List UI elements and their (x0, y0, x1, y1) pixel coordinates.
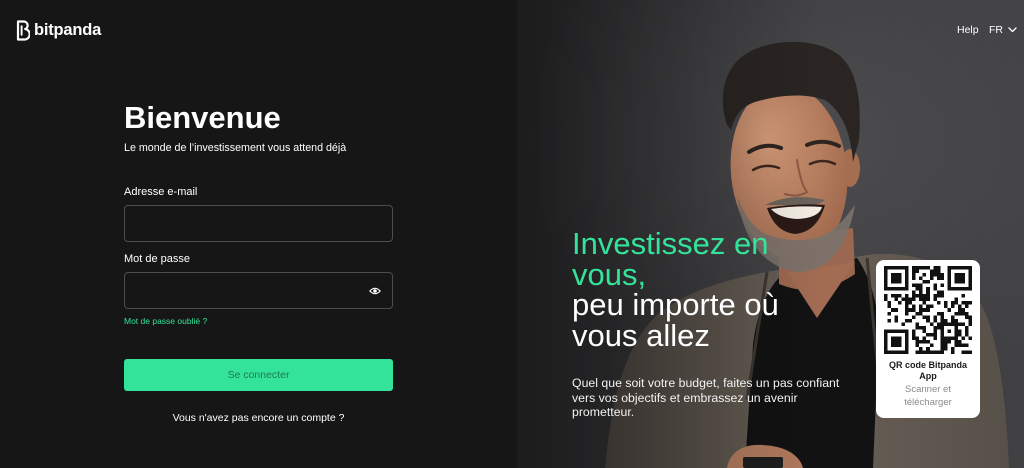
hero-description: Quel que soit votre budget, faites un pa… (572, 376, 840, 419)
hero-panel: Help FR Investissez en vous, peu importe… (517, 0, 1024, 468)
password-input[interactable] (124, 272, 393, 309)
help-link[interactable]: Help (957, 23, 979, 37)
language-label: FR (989, 24, 1003, 36)
qr-code (884, 266, 972, 354)
hero-headline-line: vous, (572, 256, 647, 292)
qr-code-card: QR code Bitpanda App Scanner et téléchar… (876, 260, 980, 418)
bitpanda-logo[interactable]: bitpanda (16, 19, 101, 41)
chevron-down-icon (1008, 27, 1017, 33)
welcome-subtitle: Le monde de l’investissement vous attend… (124, 142, 347, 154)
password-label: Mot de passe (124, 253, 191, 265)
brand-name: bitpanda (34, 21, 102, 39)
forgot-password-link[interactable]: Mot de passe oublié ? (124, 316, 207, 327)
login-panel: bitpanda Bienvenue Le monde de l’investi… (0, 0, 517, 468)
language-selector[interactable]: FR (989, 23, 1017, 37)
hero-headline-line: peu importe où (572, 287, 779, 322)
hero-headline-line: vous allez (572, 317, 710, 353)
bitpanda-logo-icon (16, 19, 30, 41)
signup-link[interactable]: Vous n'avez pas encore un compte ? (124, 411, 393, 425)
email-input[interactable] (124, 205, 393, 242)
welcome-title: Bienvenue (124, 100, 281, 135)
qr-card-subtitle: Scanner et télécharger (904, 384, 952, 408)
show-password-button[interactable] (367, 285, 383, 297)
email-label: Adresse e-mail (124, 186, 198, 198)
hero-headline: Investissez en vous, peu importe où vous… (572, 226, 779, 353)
eye-icon (369, 287, 381, 295)
hero-headline-line: Investissez en (572, 226, 769, 261)
qr-card-title: QR code Bitpanda App (888, 360, 967, 381)
login-button[interactable]: Se connecter (124, 359, 393, 391)
